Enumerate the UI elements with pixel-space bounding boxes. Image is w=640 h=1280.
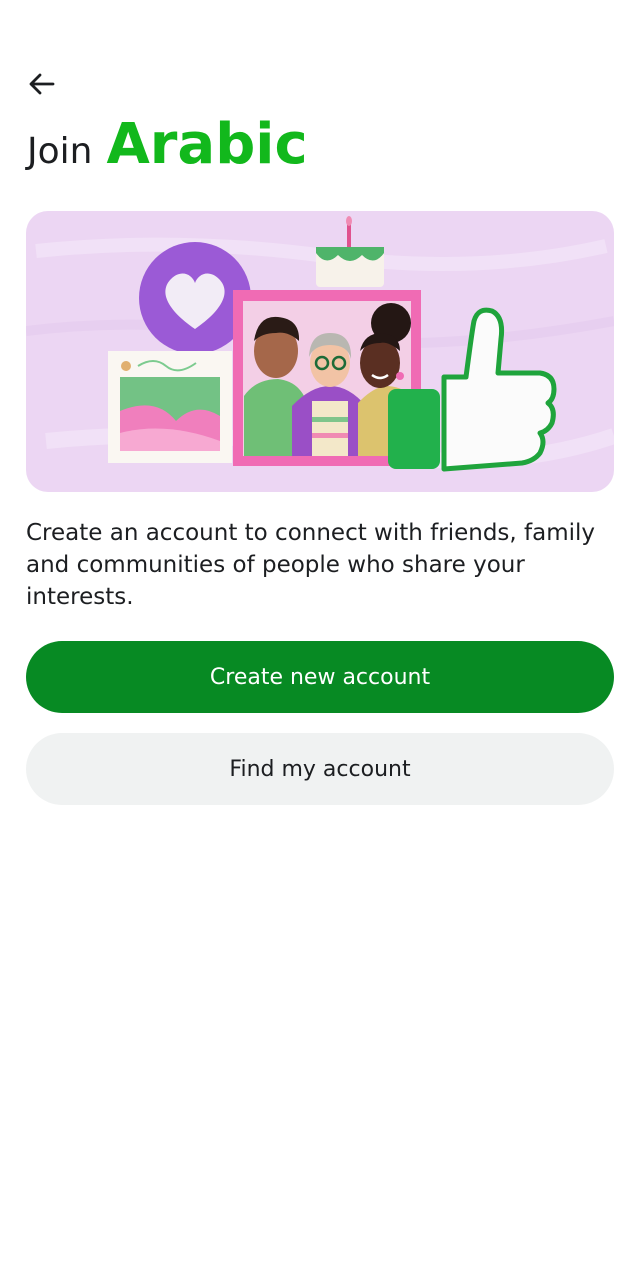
create-account-button[interactable]: Create new account [26, 641, 614, 713]
description-text: Create an account to connect with friend… [26, 520, 596, 610]
join-screen: Join Arabic Create an account to connect… [0, 0, 640, 1280]
hero-illustration [26, 211, 614, 492]
title-prefix: Join [27, 131, 93, 172]
arrow-left-icon [29, 73, 55, 95]
find-account-button[interactable]: Find my account [26, 733, 614, 805]
page-title: Join Arabic [27, 112, 308, 177]
landscape-picture [108, 351, 232, 463]
brand-name: Arabic [106, 112, 308, 177]
back-button[interactable] [22, 64, 62, 104]
create-account-label: Create new account [209, 664, 431, 690]
find-account-label: Find my account [229, 756, 411, 782]
